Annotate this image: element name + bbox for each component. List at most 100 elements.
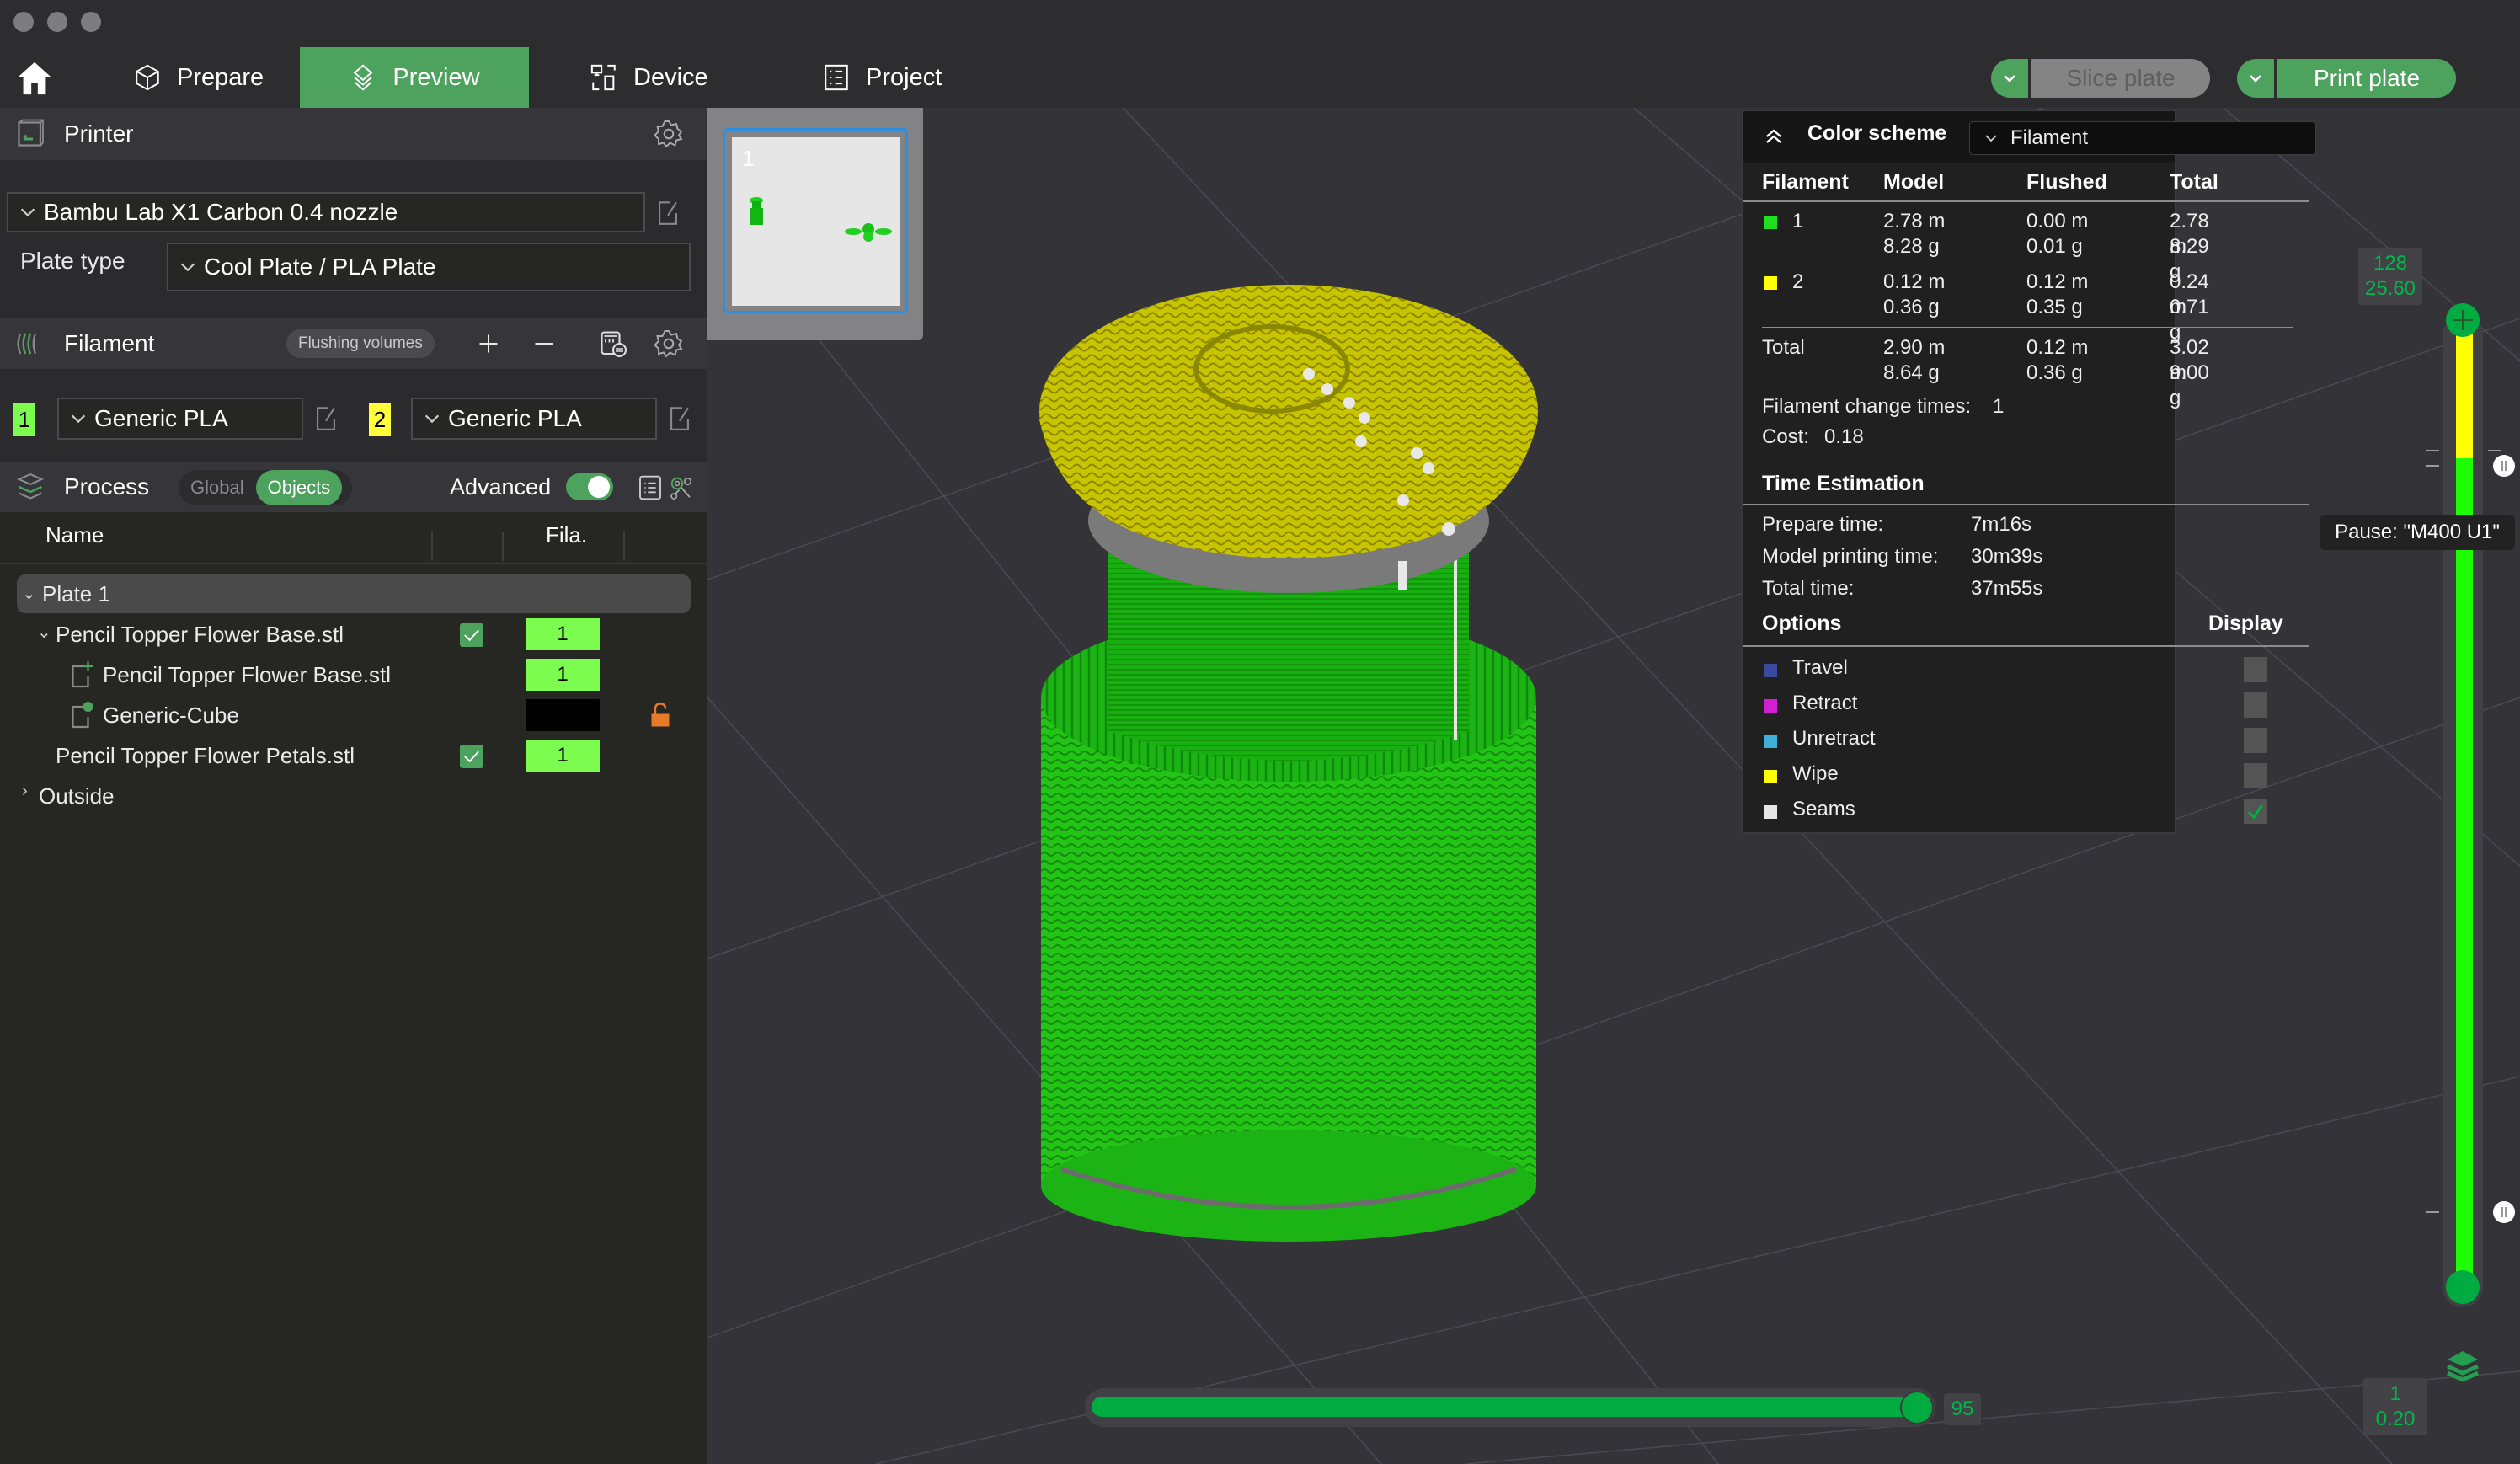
option-travel-checkbox[interactable]: [2244, 657, 2267, 682]
print-plate-button[interactable]: Print plate: [2277, 59, 2456, 98]
slider-tick: [2426, 1211, 2439, 1213]
printer-settings-gear-icon[interactable]: [654, 119, 684, 149]
object-row[interactable]: ⌄ Pencil Topper Flower Base.stl 1: [0, 615, 707, 654]
tab-preview[interactable]: Preview: [300, 47, 529, 108]
legend-filament-id: 2: [1792, 270, 1804, 293]
object-filament-cell[interactable]: 1: [526, 740, 600, 772]
edit-filament-1-icon[interactable]: [313, 404, 339, 433]
column-separator: [623, 532, 625, 561]
search-settings-icon[interactable]: [669, 473, 694, 502]
filament-slot-1-badge[interactable]: 1: [13, 403, 35, 436]
plate-thumbnail-bed: 1: [732, 137, 900, 306]
color-scheme-select[interactable]: Filament: [1969, 121, 2316, 155]
add-filament-icon[interactable]: [477, 332, 500, 355]
outside-label: Outside: [39, 783, 115, 809]
chevron-down-icon[interactable]: ⌄: [37, 622, 51, 643]
legend-panel: Color scheme Filament Filament Model Flu…: [1742, 110, 2316, 834]
layer-bottom-number: 1: [2389, 1382, 2401, 1405]
tab-prepare[interactable]: Prepare: [109, 47, 300, 108]
advanced-toggle[interactable]: [566, 473, 613, 500]
legend-total-flushed-m: 0.12 m: [2026, 336, 2089, 359]
modifier-icon: [72, 702, 93, 729]
3d-viewport[interactable]: 1 Color scheme Filament Filament Model F…: [707, 108, 2520, 1464]
toggle-knob: [588, 476, 610, 498]
part-row[interactable]: Pencil Topper Flower Base.stl 1: [0, 655, 707, 694]
pause-marker-icon[interactable]: [2493, 455, 2515, 477]
filament-change-value: 1: [1993, 395, 2005, 418]
layer-top-number: 128: [2373, 252, 2408, 275]
object-visible-checkbox[interactable]: [460, 623, 483, 647]
pause-marker-icon[interactable]: [2493, 1201, 2515, 1223]
modifier-row[interactable]: Generic-Cube: [0, 696, 707, 735]
legend-flushed-m: 0.00 m: [2026, 210, 2089, 232]
legend-total-flushed-g: 0.36 g: [2026, 361, 2083, 384]
slice-options-dropdown[interactable]: [1991, 59, 2031, 98]
move-slider-handle[interactable]: [1900, 1391, 1934, 1424]
process-scope-toggle: Global Objects: [179, 470, 352, 505]
filament-slot-2-select[interactable]: Generic PLA: [411, 398, 657, 440]
part-filament-cell[interactable]: 1: [526, 659, 600, 691]
option-seams-checkbox[interactable]: [2244, 799, 2267, 824]
printer-icon: [18, 119, 44, 147]
legend-flushed-g: 0.35 g: [2026, 296, 2083, 318]
unlock-icon[interactable]: [650, 703, 670, 728]
chevron-right-icon[interactable]: ›: [22, 782, 28, 801]
tab-label: Project: [866, 63, 942, 91]
edit-filament-2-icon[interactable]: [667, 404, 692, 433]
slider-tick: [2426, 450, 2439, 451]
list-icon: [825, 64, 848, 91]
layer-slider-top-handle[interactable]: [2446, 303, 2480, 337]
layer-slider-filament-1-range: [2456, 458, 2473, 1280]
tab-device[interactable]: Device: [566, 47, 777, 108]
legend-model-g: 0.36 g: [1883, 296, 1940, 318]
plate-thumbnail[interactable]: 1: [707, 108, 923, 340]
process-objects-option[interactable]: Objects: [255, 470, 343, 505]
sync-ams-icon[interactable]: [598, 329, 628, 359]
layers-toggle-icon[interactable]: [2443, 1346, 2483, 1387]
cost-value: 0.18: [1824, 425, 1864, 448]
column-name: Name: [45, 522, 104, 548]
printer-select[interactable]: Bambu Lab X1 Carbon 0.4 nozzle: [7, 192, 645, 232]
filament-slot-1-select[interactable]: Generic PLA: [57, 398, 303, 440]
minimize-window-button[interactable]: [47, 12, 67, 32]
chevron-down-icon[interactable]: ⌄: [22, 583, 36, 604]
option-unretract-checkbox[interactable]: [2244, 728, 2267, 753]
total-time-label: Total time:: [1762, 577, 1855, 600]
model-time-value: 30m39s: [1971, 545, 2043, 568]
filament-slot-2-name: Generic PLA: [448, 405, 582, 431]
remove-filament-icon[interactable]: [532, 332, 556, 355]
outside-row[interactable]: › Outside: [0, 777, 707, 815]
filament-slot-2-badge[interactable]: 2: [369, 403, 391, 436]
legend-header: Color scheme Filament: [1743, 111, 2316, 163]
column-separator: [502, 532, 504, 561]
process-global-option[interactable]: Global: [179, 470, 256, 505]
layer-slider-bottom-handle[interactable]: [2446, 1270, 2480, 1304]
chevron-down-icon: [180, 263, 195, 272]
plate-row[interactable]: ⌄ Plate 1: [17, 574, 691, 613]
object-visible-checkbox[interactable]: [460, 745, 483, 768]
option-retract-checkbox[interactable]: [2244, 692, 2267, 718]
move-slider-fill: [1092, 1397, 1917, 1417]
object-filament-cell[interactable]: 1: [526, 618, 600, 650]
slice-plate-button[interactable]: Slice plate: [2031, 59, 2210, 98]
thumbnail-base-object: [750, 197, 763, 225]
seams-swatch: [1764, 805, 1777, 819]
plate-type-select[interactable]: Cool Plate / PLA Plate: [167, 243, 691, 291]
device-icon: [590, 64, 616, 91]
modifier-filament-cell[interactable]: [526, 699, 600, 731]
collapse-legend-icon[interactable]: [1762, 125, 1786, 148]
object-row[interactable]: Pencil Topper Flower Petals.stl 1: [0, 736, 707, 775]
gcode-preview-model: [1039, 285, 1538, 1242]
close-window-button[interactable]: [13, 12, 34, 32]
option-wipe-checkbox[interactable]: [2244, 763, 2267, 788]
edit-printer-icon[interactable]: [655, 199, 681, 227]
chevron-down-icon: [71, 414, 86, 424]
tab-project[interactable]: Project: [798, 47, 1009, 108]
home-icon[interactable]: [15, 59, 54, 98]
filament-settings-gear-icon[interactable]: [654, 329, 684, 359]
print-options-dropdown[interactable]: [2237, 59, 2277, 98]
list-view-icon[interactable]: [637, 473, 664, 502]
advanced-label: Advanced: [450, 473, 552, 500]
zoom-window-button[interactable]: [81, 12, 101, 32]
flushing-volumes-button[interactable]: Flushing volumes: [286, 329, 435, 358]
